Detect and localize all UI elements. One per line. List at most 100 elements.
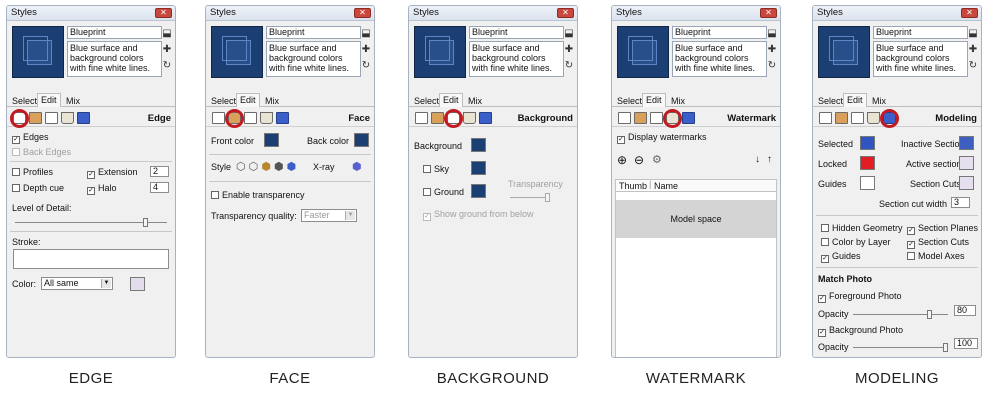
back-color-swatch[interactable]	[354, 133, 369, 147]
watermark-settings-icon[interactable]	[260, 112, 273, 124]
create-style-icon[interactable]: ✚	[563, 42, 575, 58]
tab-edit[interactable]: Edit	[642, 93, 666, 107]
watermark-settings-icon[interactable]	[61, 112, 74, 124]
tab-edit[interactable]: Edit	[236, 93, 260, 107]
style-description-field[interactable]: Blue surface and background colors with …	[873, 41, 968, 77]
color-dropdown[interactable]: All same ▼	[41, 277, 113, 290]
background-settings-icon[interactable]	[244, 112, 257, 124]
back-edges-checkbox[interactable]: Back Edges	[12, 147, 71, 157]
tab-edit[interactable]: Edit	[843, 93, 867, 107]
color-by-layer-checkbox[interactable]: Color by Layer	[821, 237, 891, 247]
modeling-settings-icon[interactable]	[479, 112, 492, 124]
background-color-swatch[interactable]	[471, 138, 486, 152]
style-description-field[interactable]: Blue surface and background colors with …	[266, 41, 361, 77]
ground-color-swatch[interactable]	[471, 184, 486, 198]
edge-color-swatch[interactable]	[130, 277, 145, 291]
column-name[interactable]: Name	[654, 181, 678, 191]
style-description-field[interactable]: Blue surface and background colors with …	[67, 41, 162, 77]
extension-checkbox[interactable]: ✓ Extension	[87, 167, 138, 179]
tab-mix[interactable]: Mix	[869, 96, 889, 107]
background-settings-icon[interactable]	[45, 112, 58, 124]
tab-select[interactable]: Select	[411, 96, 442, 107]
refresh-icon[interactable]: ↻	[360, 58, 372, 74]
show-ground-from-below-checkbox[interactable]: ✓ Show ground from below	[423, 209, 534, 221]
background-settings-icon[interactable]	[851, 112, 864, 124]
style-name-field[interactable]: Blueprint	[469, 26, 564, 39]
profiles-checkbox[interactable]: Profiles	[12, 167, 53, 177]
transparency-quality-dropdown[interactable]: Faster ▼	[301, 209, 357, 222]
update-style-icon[interactable]: ⬓	[161, 26, 173, 42]
edge-settings-icon[interactable]	[415, 112, 428, 124]
modeling-settings-icon[interactable]	[77, 112, 90, 124]
xray-icon[interactable]: ⬢	[352, 160, 362, 173]
tab-select[interactable]: Select	[815, 96, 846, 107]
ground-checkbox[interactable]: Ground	[423, 187, 464, 197]
background-settings-icon[interactable]	[650, 112, 663, 124]
edge-settings-icon[interactable]	[212, 112, 225, 124]
refresh-icon[interactable]: ↻	[967, 58, 979, 74]
background-photo-checkbox[interactable]: ✓ Background Photo	[818, 325, 903, 337]
edit-watermark-icon[interactable]: ⚙	[652, 153, 662, 166]
section-cuts-checkbox[interactable]: ✓ Section Cuts	[907, 237, 969, 249]
close-button[interactable]: ✕	[354, 8, 371, 18]
section-planes-checkbox[interactable]: ✓ Section Planes	[907, 223, 978, 235]
extension-value-field[interactable]: 2	[150, 166, 169, 177]
foreground-photo-checkbox[interactable]: ✓ Foreground Photo	[818, 291, 902, 303]
create-style-icon[interactable]: ✚	[161, 42, 173, 58]
move-down-icon[interactable]: ↓	[755, 154, 760, 165]
remove-watermark-icon[interactable]: ⊖	[634, 153, 644, 167]
refresh-icon[interactable]: ↻	[161, 58, 173, 74]
enable-transparency-checkbox[interactable]: Enable transparency	[211, 190, 305, 200]
close-button[interactable]: ✕	[557, 8, 574, 18]
locked-color-swatch[interactable]	[860, 156, 875, 170]
create-style-icon[interactable]: ✚	[360, 42, 372, 58]
update-style-icon[interactable]: ⬓	[967, 26, 979, 42]
sky-checkbox[interactable]: Sky	[423, 164, 449, 174]
edge-settings-icon[interactable]	[819, 112, 832, 124]
face-settings-icon[interactable]	[634, 112, 647, 124]
active-section-swatch[interactable]	[959, 156, 974, 170]
selected-color-swatch[interactable]	[860, 136, 875, 150]
tab-select[interactable]: Select	[208, 96, 239, 107]
column-thumb[interactable]: Thumb	[619, 181, 647, 191]
style-name-field[interactable]: Blueprint	[266, 26, 361, 39]
front-color-swatch[interactable]	[264, 133, 279, 147]
model-axes-checkbox[interactable]: Model Axes	[907, 251, 965, 261]
tab-select[interactable]: Select	[614, 96, 645, 107]
close-button[interactable]: ✕	[155, 8, 172, 18]
tab-mix[interactable]: Mix	[668, 96, 688, 107]
create-style-icon[interactable]: ✚	[766, 42, 778, 58]
hidden-geometry-checkbox[interactable]: Hidden Geometry	[821, 223, 903, 233]
style-description-field[interactable]: Blue surface and background colors with …	[469, 41, 564, 77]
style-name-field[interactable]: Blueprint	[672, 26, 767, 39]
close-button[interactable]: ✕	[760, 8, 777, 18]
foreground-opacity-slider[interactable]	[853, 310, 948, 319]
update-style-icon[interactable]: ⬓	[360, 26, 372, 42]
move-up-icon[interactable]: ↑	[767, 154, 772, 165]
guides-color-swatch[interactable]	[860, 176, 875, 190]
level-of-detail-slider[interactable]	[15, 218, 167, 227]
face-settings-icon[interactable]	[29, 112, 42, 124]
halo-checkbox[interactable]: ✓ Halo	[87, 183, 117, 195]
tab-edit[interactable]: Edit	[439, 93, 463, 107]
update-style-icon[interactable]: ⬓	[563, 26, 575, 42]
tab-mix[interactable]: Mix	[262, 96, 282, 107]
background-opacity-field[interactable]: 100	[954, 338, 978, 349]
guides-checkbox[interactable]: ✓ Guides	[821, 251, 861, 263]
section-cuts-swatch[interactable]	[959, 176, 974, 190]
sky-color-swatch[interactable]	[471, 161, 486, 175]
halo-value-field[interactable]: 4	[150, 182, 169, 193]
tab-edit[interactable]: Edit	[37, 93, 61, 107]
style-description-field[interactable]: Blue surface and background colors with …	[672, 41, 767, 77]
face-style-icons[interactable]: ⬡ ⬡ ⬢ ⬢ ⬢	[236, 160, 296, 173]
edge-settings-icon[interactable]	[618, 112, 631, 124]
display-watermarks-checkbox[interactable]: ✓ Display watermarks	[617, 132, 707, 144]
close-button[interactable]: ✕	[961, 8, 978, 18]
update-style-icon[interactable]: ⬓	[766, 26, 778, 42]
depth-cue-checkbox[interactable]: Depth cue	[12, 183, 64, 193]
modeling-settings-icon[interactable]	[682, 112, 695, 124]
face-settings-icon[interactable]	[835, 112, 848, 124]
section-cut-width-field[interactable]: 3	[951, 197, 970, 208]
style-name-field[interactable]: Blueprint	[873, 26, 968, 39]
background-opacity-slider[interactable]	[853, 343, 948, 352]
